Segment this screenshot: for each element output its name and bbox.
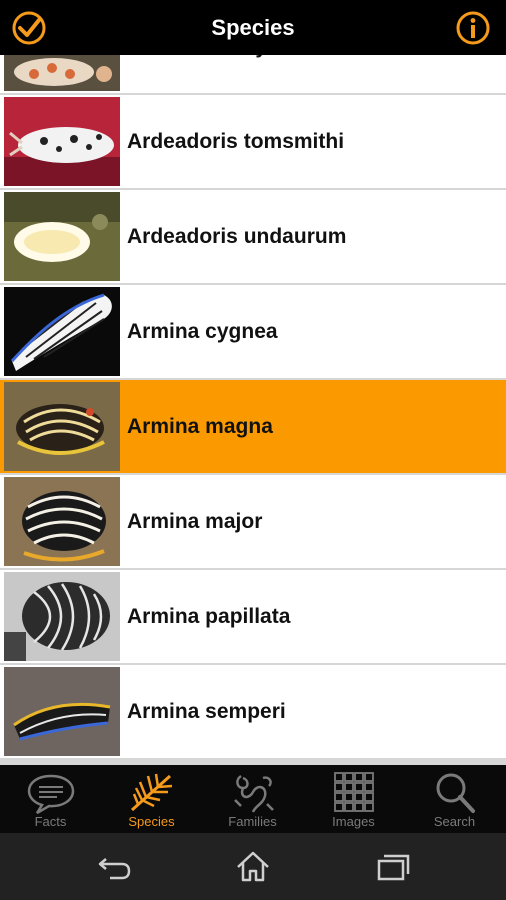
species-thumbnail <box>4 572 120 661</box>
species-thumbnail <box>4 97 120 186</box>
species-row[interactable]: Ardeadoris tomsmithi <box>0 95 506 188</box>
tab-label: Search <box>433 814 476 829</box>
tab-facts[interactable]: Facts <box>0 765 101 833</box>
species-row[interactable]: Armina papillata <box>0 570 506 663</box>
tab-families[interactable]: Families <box>202 765 303 833</box>
bottom-tab-bar: Facts Species Families Images Search <box>0 765 506 833</box>
page-title: Species <box>211 15 295 40</box>
tab-label: Images <box>332 814 375 829</box>
species-name: Armina major <box>127 510 263 533</box>
species-name: Ardeadoris symmetrica <box>127 55 360 93</box>
recent-apps-button[interactable] <box>373 847 413 887</box>
search-icon <box>436 773 475 813</box>
species-row[interactable]: Ardeadoris undaurum <box>0 190 506 283</box>
info-button[interactable] <box>454 9 492 47</box>
species-thumbnail <box>4 55 120 91</box>
home-button[interactable] <box>233 847 273 887</box>
tab-label: Species <box>128 814 175 829</box>
families-icon <box>234 774 274 813</box>
species-thumbnail <box>4 667 120 756</box>
species-thumbnail <box>4 382 120 471</box>
feather-icon <box>130 773 173 812</box>
species-name: Armina magna <box>127 415 273 438</box>
species-row[interactable]: Ardeadoris symmetrica <box>0 55 506 93</box>
top-app-bar: Species <box>0 0 506 55</box>
tab-search[interactable]: Search <box>404 765 505 833</box>
info-icon <box>456 11 490 45</box>
system-navigation-bar <box>0 833 506 900</box>
tab-images[interactable]: Images <box>303 765 404 833</box>
back-icon <box>98 858 131 880</box>
home-icon <box>237 851 269 882</box>
speech-bubble-icon <box>27 774 75 815</box>
grid-icon <box>334 772 374 812</box>
species-list[interactable]: Ardeadoris symmetrica Ardeadoris tomsmit… <box>0 55 506 765</box>
tab-label: Families <box>228 814 277 829</box>
tab-label: Facts <box>34 814 67 829</box>
species-thumbnail <box>4 477 120 566</box>
species-name: Ardeadoris undaurum <box>127 225 347 248</box>
species-name: Armina cygnea <box>127 320 278 343</box>
species-row[interactable]: Armina semperi <box>0 665 506 758</box>
tab-species[interactable]: Species <box>101 765 202 833</box>
species-name: Ardeadoris tomsmithi <box>127 130 345 153</box>
back-button[interactable] <box>94 847 134 887</box>
species-name: Armina semperi <box>127 700 286 723</box>
species-thumbnail <box>4 287 120 376</box>
species-row-selected[interactable]: Armina magna <box>0 380 506 473</box>
species-row[interactable]: Armina cygnea <box>0 285 506 378</box>
recent-apps-icon <box>377 854 410 881</box>
species-row[interactable]: Armina major <box>0 475 506 568</box>
species-thumbnail <box>4 192 120 281</box>
species-name: Armina papillata <box>127 605 291 628</box>
